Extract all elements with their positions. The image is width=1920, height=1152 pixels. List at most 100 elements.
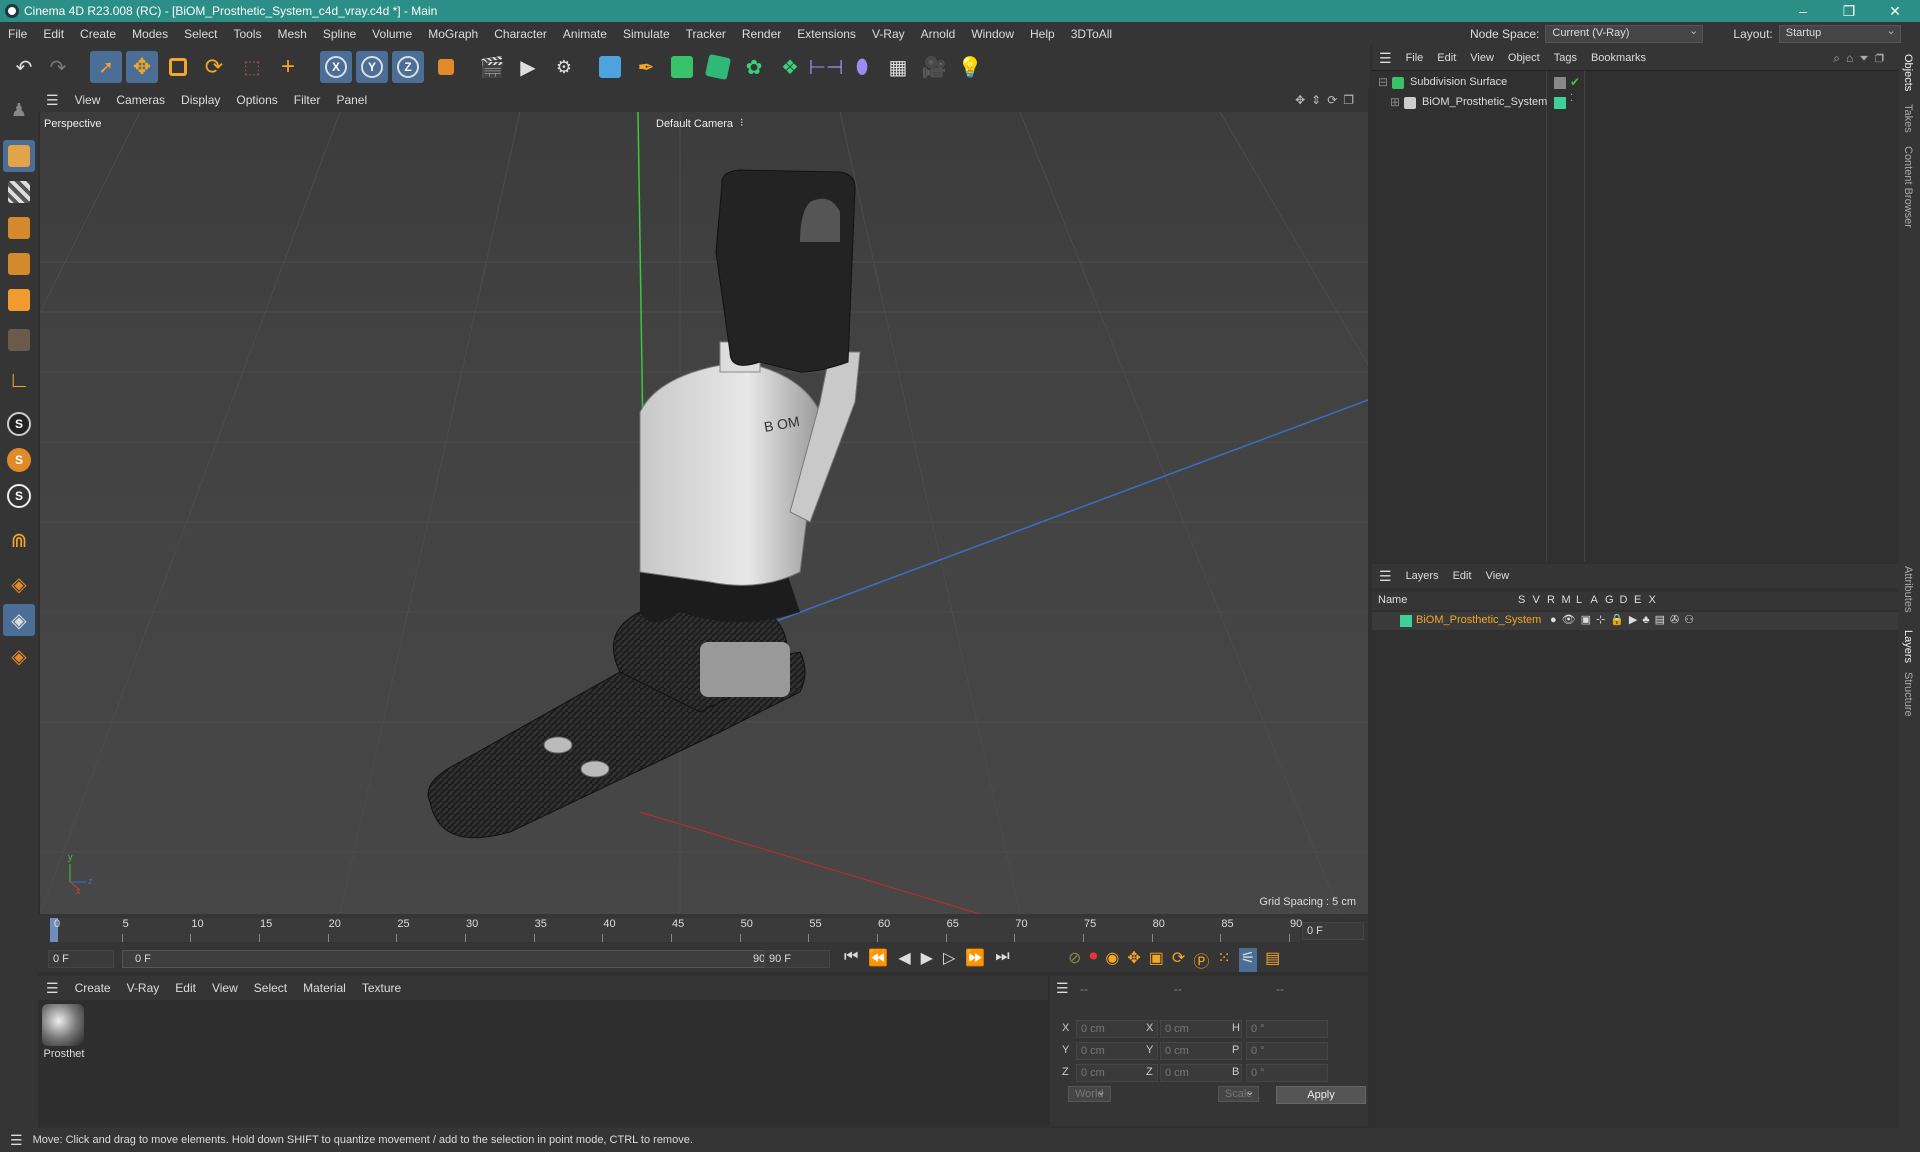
- hamburger-icon[interactable]: ☰: [38, 92, 67, 109]
- object-row-biom[interactable]: ⊞ BiOM_Prosthetic_System ⁚: [1376, 93, 1896, 113]
- menu-mograph[interactable]: MoGraph: [420, 22, 486, 46]
- vp-menu-panel[interactable]: Panel: [328, 93, 375, 107]
- layer-menu-edit[interactable]: Edit: [1446, 570, 1479, 582]
- motion-system-icon[interactable]: ⚟: [1238, 948, 1258, 972]
- cloner-button[interactable]: ✿: [738, 51, 770, 83]
- menu-volume[interactable]: Volume: [364, 22, 420, 46]
- tab-attributes[interactable]: Attributes: [1902, 566, 1914, 612]
- timeline-window-icon[interactable]: ▤: [1265, 948, 1280, 972]
- vp-menu-view[interactable]: View: [67, 93, 109, 107]
- camera-button[interactable]: 🎥: [918, 51, 950, 83]
- world-dropdown[interactable]: World: [1068, 1086, 1111, 1102]
- go-to-end-icon[interactable]: ⏭: [995, 948, 1009, 968]
- make-editable-button[interactable]: ♟: [3, 94, 35, 126]
- layout-dropdown[interactable]: Startup: [1778, 24, 1901, 43]
- menu-extensions[interactable]: Extensions: [789, 22, 864, 46]
- previous-key-icon[interactable]: ⏪: [868, 948, 888, 968]
- model-mode-button[interactable]: [3, 140, 35, 172]
- coord-value-field[interactable]: 0 °: [1246, 1042, 1328, 1060]
- layer-flag-header[interactable]: L: [1576, 594, 1582, 606]
- generator-button[interactable]: [702, 51, 734, 83]
- prosthetic-model[interactable]: B OM: [427, 169, 861, 839]
- layer-flag-header[interactable]: R: [1547, 594, 1555, 606]
- add-tool-button[interactable]: +: [272, 51, 304, 83]
- layer-flag-header[interactable]: E: [1634, 594, 1641, 606]
- layer-hamburger-icon[interactable]: ☰: [1372, 568, 1399, 585]
- floor-button[interactable]: ▦: [882, 51, 914, 83]
- snap-button[interactable]: S: [3, 408, 35, 440]
- menu-select[interactable]: Select: [176, 22, 225, 46]
- cube-button[interactable]: [594, 51, 626, 83]
- close-button[interactable]: ✕: [1872, 0, 1918, 22]
- light-button[interactable]: 💡: [954, 51, 986, 83]
- scale-dropdown[interactable]: Scale: [1217, 1086, 1260, 1102]
- tab-objects[interactable]: Objects: [1902, 54, 1914, 91]
- menu-tracker[interactable]: Tracker: [678, 22, 734, 46]
- coords-hamburger-icon[interactable]: ☰: [1056, 980, 1069, 997]
- enabled-check-icon[interactable]: ✔: [1570, 75, 1580, 89]
- deformer-button[interactable]: ⊢⊣: [809, 51, 844, 83]
- layer-flag-icons[interactable]: ●👁▣⊹🔒▶♣▤✇⚇: [1550, 613, 1699, 626]
- obj-menu-view[interactable]: View: [1463, 52, 1501, 64]
- layer-flag-header[interactable]: X: [1649, 594, 1656, 606]
- tab-content-browser[interactable]: Content Browser: [1902, 146, 1914, 228]
- coord-value-field[interactable]: 0 cm: [1160, 1042, 1242, 1060]
- planar-workplane-button[interactable]: ◈: [3, 604, 35, 636]
- render-picture-viewer-button[interactable]: ▶: [512, 51, 544, 83]
- current-frame-field[interactable]: 0 F: [1302, 922, 1364, 940]
- start-frame-field[interactable]: 0 F: [48, 950, 114, 968]
- previous-frame-icon[interactable]: ◀: [898, 948, 910, 968]
- key-pla-icon[interactable]: ⁙: [1217, 948, 1230, 972]
- mat-menu-material[interactable]: Material: [295, 981, 354, 995]
- layer-color-swatch[interactable]: [1400, 615, 1412, 627]
- object-search-filter-icons[interactable]: ⌕⌂⏷❐: [1833, 51, 1890, 66]
- coord-value-field[interactable]: 0 cm: [1160, 1064, 1242, 1082]
- object-row-subdivision[interactable]: ⊟ Subdivision Surface ✔: [1376, 75, 1896, 93]
- mat-menu-vray[interactable]: V-Ray: [119, 981, 168, 995]
- polygon-mode-button[interactable]: [3, 284, 35, 316]
- pen-spline-button[interactable]: ✒: [630, 51, 662, 83]
- layer-flag-header[interactable]: S: [1518, 594, 1525, 606]
- layer-flag-header[interactable]: A: [1591, 594, 1598, 606]
- record-keys-icon[interactable]: ⊘: [1068, 948, 1081, 972]
- layer-flag-header[interactable]: M: [1562, 594, 1571, 606]
- rotate-tool-button[interactable]: ⟳: [198, 51, 230, 83]
- node-space-dropdown[interactable]: Current (V-Ray): [1545, 24, 1704, 43]
- tab-layers[interactable]: Layers: [1902, 630, 1914, 663]
- vp-menu-display[interactable]: Display: [173, 93, 228, 107]
- magnet-button[interactable]: ⋒: [3, 524, 35, 556]
- menu-tools[interactable]: Tools: [225, 22, 269, 46]
- layer-menu-view[interactable]: View: [1479, 570, 1517, 582]
- vp-menu-filter[interactable]: Filter: [286, 93, 329, 107]
- menu-spline[interactable]: Spline: [315, 22, 364, 46]
- x-axis-button[interactable]: X: [320, 51, 352, 83]
- menu-edit[interactable]: Edit: [35, 22, 72, 46]
- render-settings-button[interactable]: ⚙: [548, 51, 580, 83]
- menu-render[interactable]: Render: [734, 22, 789, 46]
- perspective-viewport[interactable]: B OM Perspective Default Camera ⁝ y z x …: [40, 112, 1368, 914]
- layer-row[interactable]: BiOM_Prosthetic_System ●👁▣⊹🔒▶♣▤✇⚇: [1372, 612, 1898, 630]
- object-hamburger-icon[interactable]: ☰: [1372, 50, 1399, 67]
- recent-tool-button[interactable]: ⬚: [236, 51, 268, 83]
- obj-menu-edit[interactable]: Edit: [1430, 52, 1463, 64]
- mat-menu-select[interactable]: Select: [246, 981, 295, 995]
- undo-button[interactable]: ↶: [8, 51, 40, 83]
- menu-arnold[interactable]: Arnold: [913, 22, 964, 46]
- point-mode-button[interactable]: [3, 212, 35, 244]
- coord-value-field[interactable]: 0 cm: [1160, 1020, 1242, 1038]
- y-axis-button[interactable]: Y: [356, 51, 388, 83]
- tab-structure[interactable]: Structure: [1902, 672, 1914, 717]
- mograph-button[interactable]: ❖: [774, 51, 806, 83]
- obj-menu-bookmarks[interactable]: Bookmarks: [1584, 52, 1653, 64]
- scale-tool-button[interactable]: [162, 51, 194, 83]
- uv-mode-button[interactable]: [3, 324, 35, 356]
- expand-icon[interactable]: ⊞: [1390, 95, 1400, 109]
- preview-range-slider[interactable]: 0 F 90 F: [122, 950, 782, 968]
- menu-create[interactable]: Create: [72, 22, 124, 46]
- key-scale-icon[interactable]: ▣: [1149, 948, 1164, 972]
- snap-settings-button[interactable]: S: [3, 444, 35, 476]
- material-swatch[interactable]: Prosthet: [42, 1004, 86, 1060]
- redo-button[interactable]: ↷: [42, 51, 74, 83]
- autokey-icon[interactable]: ⏺: [1089, 948, 1097, 972]
- restore-button[interactable]: ❐: [1826, 0, 1872, 22]
